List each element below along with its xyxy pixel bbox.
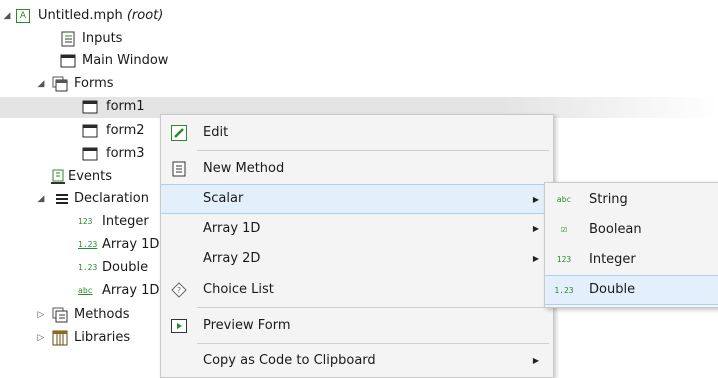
tree-node-root[interactable]: ◢ A Untitled.mph (root) (0, 6, 718, 27)
submenu-arrow-icon: ▶ (532, 356, 539, 365)
method-icon (171, 161, 187, 177)
tree-node-inputs[interactable]: Inputs (0, 29, 718, 50)
collapsed-arrow-icon[interactable]: ▷ (36, 310, 46, 320)
expanded-arrow-icon[interactable]: ◢ (2, 11, 12, 21)
inputs-icon (60, 31, 76, 47)
menu-item-copy-as-code[interactable]: Copy as Code to Clipboard ▶ (161, 346, 553, 376)
tree-label: form2 (106, 123, 145, 138)
menu-item-array-1d[interactable]: Array 1D ▶ (161, 214, 553, 244)
collapsed-arrow-icon[interactable]: ▷ (36, 333, 46, 343)
menu-item-array-2d[interactable]: Array 2D ▶ (161, 244, 553, 274)
methods-icon (52, 307, 68, 323)
forms-icon (52, 76, 68, 92)
events-icon (50, 169, 66, 185)
tree-label: Integer (102, 214, 149, 229)
tree-label: Declaration (74, 191, 149, 206)
choice-list-icon: ? (171, 282, 187, 298)
window-icon (60, 53, 76, 69)
pencil-icon (171, 125, 187, 141)
tree-label: Inputs (82, 31, 123, 46)
menu-item-choice-list[interactable]: ? Choice List (161, 275, 553, 305)
submenu-arrow-icon: ▶ (532, 224, 539, 233)
menu-separator (197, 343, 549, 344)
submenu-item-double[interactable]: 1.23 Double (545, 275, 718, 305)
integer-type-icon: 123 (78, 217, 93, 226)
context-menu: Edit New Method Scalar ▶ Array 1D ▶ Arra… (160, 114, 554, 378)
menu-item-preview-form[interactable]: Preview Form (161, 311, 553, 341)
menu-item-edit[interactable]: Edit (161, 118, 553, 148)
tree-node-main-window[interactable]: Main Window (0, 51, 718, 72)
tree-label: Libraries (74, 330, 131, 345)
menu-item-new-method[interactable]: New Method (161, 154, 553, 184)
submenu-arrow-icon: ▶ (532, 254, 539, 263)
declarations-icon (54, 191, 70, 207)
form-icon (82, 146, 98, 162)
menu-separator (197, 307, 549, 308)
string-array-icon: abc (78, 286, 93, 295)
submenu-arrow-icon: ▶ (532, 195, 539, 204)
preview-icon (171, 318, 187, 334)
submenu-item-string[interactable]: abc String (545, 185, 718, 215)
double-array-icon: 1.23 (78, 240, 98, 249)
form-icon (82, 123, 98, 139)
libraries-icon (52, 330, 68, 346)
submenu-item-integer[interactable]: 123 Integer (545, 245, 718, 275)
scalar-submenu: abc String ☑ Boolean 123 Integer 1.23 Do… (544, 182, 718, 308)
svg-text:?: ? (177, 286, 181, 295)
tree-label: Methods (74, 307, 130, 322)
tree-label: Double (102, 260, 149, 275)
submenu-item-boolean[interactable]: ☑ Boolean (545, 215, 718, 245)
boolean-type-icon: ☑ (560, 224, 568, 235)
tree-label: Array 1D (102, 283, 160, 298)
string-type-icon: abc (556, 195, 572, 204)
menu-item-scalar[interactable]: Scalar ▶ (161, 184, 553, 214)
root-label: Untitled.mph (root) (38, 8, 164, 23)
tree-label: Array 1D (102, 237, 160, 252)
tree-node-forms[interactable]: ◢ Forms (0, 74, 718, 95)
tree-label: form3 (106, 146, 145, 161)
tree-label: form1 (106, 99, 145, 114)
tree-label: Main Window (82, 53, 169, 68)
expanded-arrow-icon[interactable]: ◢ (36, 79, 46, 89)
expanded-arrow-icon[interactable]: ◢ (36, 194, 46, 204)
double-type-icon: 1.23 (554, 286, 574, 295)
integer-type-icon: 123 (556, 255, 572, 264)
application-icon: A (16, 9, 30, 23)
form-icon (82, 99, 98, 115)
double-type-icon: 1.23 (78, 263, 98, 272)
tree-label: Forms (74, 76, 114, 91)
tree-label: Events (68, 169, 113, 184)
menu-separator (197, 150, 549, 151)
